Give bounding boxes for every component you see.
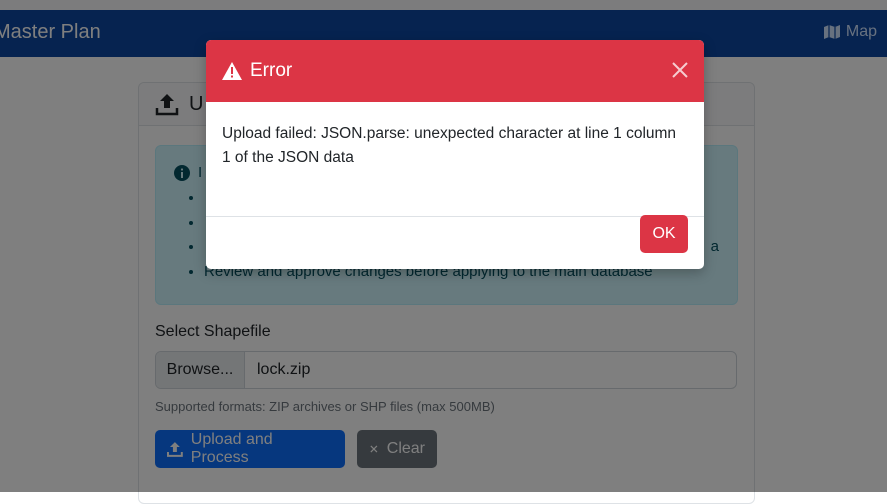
- warning-triangle-icon: [222, 62, 242, 80]
- modal-title: Error: [250, 60, 293, 81]
- close-icon[interactable]: [670, 60, 690, 80]
- ok-button[interactable]: OK: [640, 215, 688, 253]
- modal-header: Error: [206, 40, 704, 102]
- modal-message: Upload failed: JSON.parse: unexpected ch…: [222, 125, 677, 166]
- modal-footer-divider: [206, 216, 704, 217]
- error-modal: Error Upload failed: JSON.parse: unexpec…: [206, 40, 704, 269]
